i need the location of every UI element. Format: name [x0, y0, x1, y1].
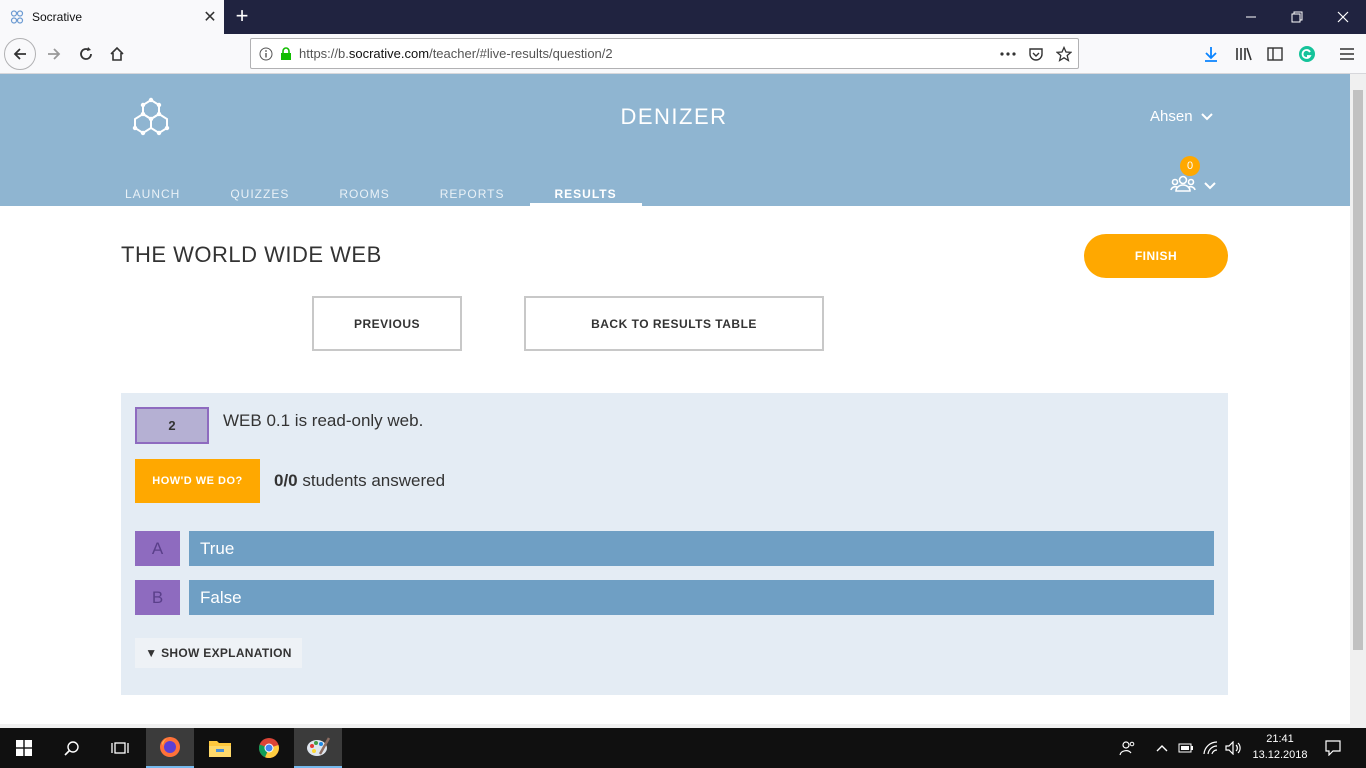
answered-count: 0/0	[274, 471, 298, 490]
student-count-badge: 0	[1180, 156, 1200, 176]
chrome-icon[interactable]	[245, 728, 293, 768]
answer-row: B False	[135, 580, 1214, 615]
finish-button[interactable]: FINISH	[1084, 234, 1228, 278]
back-button[interactable]	[4, 38, 36, 70]
hamburger-menu-icon[interactable]	[1332, 38, 1362, 70]
taskbar: 21:41 13.12.2018	[0, 728, 1366, 768]
socrative-favicon-icon	[10, 10, 24, 24]
tab-quizzes[interactable]: QUIZZES	[205, 182, 314, 206]
reload-button[interactable]	[70, 38, 102, 70]
answer-letter: B	[135, 580, 180, 615]
tab-close-icon[interactable]: ✕	[196, 7, 224, 27]
browser-toolbar: https://b.socrative.com/teacher/#live-re…	[0, 34, 1366, 74]
tab-title: Socrative	[32, 10, 83, 24]
info-icon[interactable]	[259, 47, 273, 61]
minimize-icon[interactable]	[1228, 0, 1274, 34]
taskbar-clock[interactable]: 21:41 13.12.2018	[1240, 731, 1320, 763]
answer-letter: A	[135, 531, 180, 566]
browser-tab[interactable]: Socrative ✕	[0, 0, 224, 34]
answered-suffix: students answered	[297, 471, 446, 490]
browser-tab-bar: Socrative ✕ +	[0, 0, 1366, 34]
scrollbar-thumb[interactable]	[1353, 90, 1363, 650]
home-icon	[110, 46, 124, 61]
room-name: DENIZER	[620, 104, 728, 129]
clock-date: 13.12.2018	[1252, 749, 1308, 761]
students-menu[interactable]: 0	[1170, 156, 1220, 196]
url-text[interactable]: https://b.socrative.com/teacher/#live-re…	[299, 46, 994, 61]
sidebar-icon[interactable]	[1260, 38, 1290, 70]
search-icon[interactable]	[48, 728, 96, 768]
chevron-down-icon	[1204, 182, 1216, 190]
lock-icon[interactable]	[279, 46, 293, 61]
user-menu[interactable]: Ahsen	[1150, 108, 1213, 125]
clock-time: 21:41	[1266, 733, 1294, 745]
question-text: WEB 0.1 is read-only web.	[223, 411, 424, 430]
page-actions-icon[interactable]	[994, 51, 1022, 56]
home-button[interactable]	[101, 38, 133, 70]
arrow-right-icon	[48, 48, 61, 60]
pocket-icon[interactable]	[1022, 46, 1050, 62]
arrow-left-icon	[13, 48, 26, 60]
quiz-title: THE WORLD WIDE WEB	[121, 242, 382, 267]
question-panel: 2 WEB 0.1 is read-only web. HOW'D WE DO?…	[121, 393, 1228, 695]
file-explorer-icon[interactable]	[196, 728, 244, 768]
windows-start-icon[interactable]	[0, 728, 48, 768]
restore-icon[interactable]	[1274, 0, 1320, 34]
students-icon	[1170, 175, 1196, 192]
paint-icon[interactable]	[294, 728, 342, 768]
tab-results[interactable]: RESULTS	[529, 182, 642, 206]
chevron-down-icon	[1200, 112, 1213, 120]
wifi-icon[interactable]	[1200, 728, 1222, 768]
main-nav-tabs: LAUNCH QUIZZES ROOMS REPORTS RESULTS	[100, 182, 642, 206]
socrative-logo-icon[interactable]	[132, 96, 170, 138]
grammarly-icon[interactable]	[1292, 38, 1322, 70]
howd-we-do-button[interactable]: HOW'D WE DO?	[135, 459, 260, 503]
students-answered: 0/0 students answered	[274, 471, 445, 491]
tab-rooms[interactable]: ROOMS	[314, 182, 414, 206]
tab-reports[interactable]: REPORTS	[415, 182, 530, 206]
close-window-icon[interactable]	[1320, 0, 1366, 34]
chevron-up-icon[interactable]	[1152, 728, 1172, 768]
bookmark-star-icon[interactable]	[1050, 45, 1078, 62]
tab-launch[interactable]: LAUNCH	[100, 182, 205, 206]
library-icon[interactable]	[1229, 38, 1259, 70]
people-icon[interactable]	[1116, 728, 1138, 768]
url-bar[interactable]: https://b.socrative.com/teacher/#live-re…	[250, 38, 1079, 69]
user-name: Ahsen	[1150, 108, 1193, 125]
battery-icon[interactable]	[1176, 728, 1196, 768]
app-header: DENIZER Ahsen 0 LAUNCH QUIZZES ROOMS REP…	[0, 74, 1350, 206]
new-tab-icon[interactable]: +	[230, 4, 254, 28]
reload-icon	[80, 47, 92, 60]
downloads-icon[interactable]	[1196, 38, 1226, 70]
back-to-results-button[interactable]: BACK TO RESULTS TABLE	[524, 296, 824, 351]
vertical-scrollbar[interactable]	[1350, 74, 1366, 728]
answer-bar: True	[189, 531, 1214, 566]
answer-bar: False	[189, 580, 1214, 615]
previous-button[interactable]: PREVIOUS	[312, 296, 462, 351]
task-view-icon[interactable]	[96, 728, 144, 768]
question-number: 2	[135, 407, 209, 444]
answer-row: A True	[135, 531, 1214, 566]
firefox-icon[interactable]	[146, 728, 194, 768]
notifications-icon[interactable]	[1318, 728, 1348, 768]
page-viewport: DENIZER Ahsen 0 LAUNCH QUIZZES ROOMS REP…	[0, 74, 1350, 724]
forward-button[interactable]	[38, 38, 70, 70]
show-explanation-button[interactable]: ▼ SHOW EXPLANATION	[135, 638, 302, 668]
